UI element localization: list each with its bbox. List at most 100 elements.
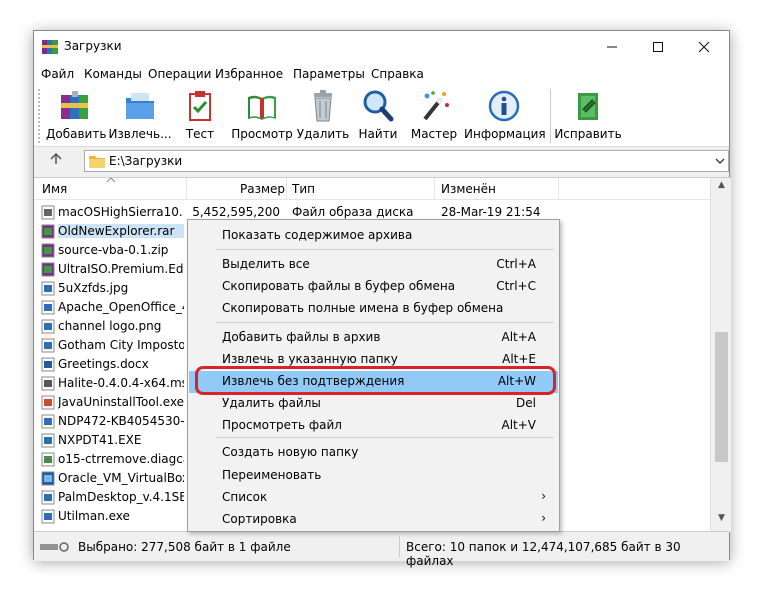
- add-button[interactable]: Добавить: [46, 89, 106, 145]
- view-book-icon: [248, 95, 276, 120]
- image-file-icon: [41, 281, 55, 296]
- scroll-up-icon[interactable]: ▲: [711, 180, 732, 197]
- java-icon: [41, 395, 55, 410]
- delete-button[interactable]: Удалить: [296, 89, 350, 145]
- status-selected: Выбрано: 277,508 байт в 1 файле: [78, 540, 291, 554]
- menu-favorites[interactable]: Избранное: [215, 67, 283, 81]
- file-name: Greetings.docx: [58, 357, 149, 371]
- file-name: o15-ctrremove.diagcab: [58, 452, 184, 466]
- file-name: JavaUninstallTool.exe: [58, 395, 184, 409]
- test-button[interactable]: Тест: [180, 89, 220, 145]
- repair-icon: [578, 93, 598, 120]
- test-label: Тест: [185, 127, 215, 141]
- exe-file-icon: [41, 490, 55, 505]
- wizard-button[interactable]: Мастер: [408, 89, 460, 145]
- extract-button[interactable]: Извлечь...: [108, 89, 172, 145]
- diagcab-icon: [41, 452, 55, 467]
- exe-file-icon: [41, 414, 55, 429]
- submenu-arrow-icon: ›: [541, 511, 546, 525]
- address-input[interactable]: E:\Загрузки: [84, 150, 729, 172]
- menu-item-shortcut: Alt+V: [501, 418, 536, 432]
- menu-commands[interactable]: Команды: [84, 67, 142, 81]
- context-menu-item[interactable]: Переименовать: [189, 465, 558, 487]
- file-modified: 28-Mar-19 21:54: [441, 205, 541, 219]
- file-name: source-vba-0.1.zip: [58, 243, 169, 257]
- scroll-down-icon[interactable]: ▼: [711, 513, 732, 530]
- file-name: Apache_OpenOffice_4...: [58, 300, 184, 314]
- menu-item-label: Показать содержимое архива: [222, 228, 413, 242]
- find-button[interactable]: Найти: [354, 89, 402, 145]
- rar-archive-icon: [41, 224, 55, 239]
- window-title: Загрузки: [64, 39, 122, 53]
- maximize-icon: [653, 42, 663, 52]
- find-magnifier-icon: [363, 90, 394, 122]
- context-menu-item[interactable]: Скопировать полные имена в буфер обмена: [189, 298, 558, 320]
- close-button[interactable]: [681, 31, 727, 63]
- exe-file-icon: [41, 300, 55, 315]
- sort-arrow-icon: [106, 177, 116, 183]
- toolbar-separator: [550, 89, 551, 143]
- file-name: Utilman.exe: [58, 509, 130, 523]
- context-menu-item[interactable]: Выделить все Ctrl+A: [189, 254, 558, 276]
- delete-trash-icon: [314, 90, 332, 122]
- file-name: Gotham City Imposto...: [58, 338, 184, 352]
- info-button[interactable]: Информация: [464, 89, 546, 145]
- context-menu-item[interactable]: Показать содержимое архива: [189, 225, 558, 247]
- view-button[interactable]: Просмотр: [230, 89, 294, 145]
- info-icon: [488, 90, 520, 122]
- file-name: NXPDT41.EXE: [58, 433, 142, 447]
- context-menu-item[interactable]: Скопировать файлы в буфер обмена Ctrl+C: [189, 276, 558, 298]
- info-label: Информация: [464, 127, 546, 141]
- context-menu-item[interactable]: Просмотреть файл Alt+V: [189, 415, 558, 437]
- file-name: PalmDesktop_v.4.1SE_...: [58, 490, 184, 504]
- menu-help[interactable]: Справка: [371, 67, 424, 81]
- menu-options[interactable]: Параметры: [293, 67, 365, 81]
- file-name: NDP472-KB4054530-x...: [58, 414, 184, 428]
- menu-separator: [216, 322, 554, 323]
- context-menu-item[interactable]: Добавить файлы в архив Alt+A: [189, 327, 558, 349]
- file-type: Файл образа диска: [292, 205, 414, 219]
- menu-operations[interactable]: Операции: [148, 67, 211, 81]
- menu-bar: Файл Команды Операции Избранное Параметр…: [34, 63, 729, 85]
- context-menu-item[interactable]: Список ›: [189, 487, 558, 509]
- maximize-button[interactable]: [635, 31, 681, 63]
- file-name: OldNewExplorer.rar: [58, 224, 184, 238]
- context-menu-item[interactable]: Создать новую папку: [189, 442, 558, 464]
- minimize-button[interactable]: [589, 31, 635, 63]
- column-divider[interactable]: [558, 178, 559, 200]
- column-divider[interactable]: [186, 178, 187, 200]
- column-modified[interactable]: Изменён: [441, 182, 496, 196]
- context-menu-item[interactable]: Удалить файлы Del: [189, 393, 558, 415]
- column-divider[interactable]: [286, 178, 287, 200]
- menu-item-label: Переименовать: [222, 468, 322, 482]
- menu-item-shortcut: Del: [516, 396, 536, 410]
- vertical-scrollbar[interactable]: ▲ ▼: [710, 178, 731, 532]
- chevron-down-icon[interactable]: [715, 157, 725, 165]
- column-size[interactable]: Размер: [240, 182, 285, 196]
- menu-separator: [216, 437, 554, 438]
- menu-file[interactable]: Файл: [41, 67, 74, 81]
- address-path: E:\Загрузки: [109, 154, 183, 168]
- scrollbar-thumb[interactable]: [715, 332, 728, 462]
- repair-button[interactable]: Исправить: [554, 89, 622, 145]
- file-name: Halite-0.4.0.4-x64.msi: [58, 376, 184, 390]
- column-type[interactable]: Тип: [292, 182, 315, 196]
- exe-file-icon: [41, 509, 55, 524]
- menu-separator: [216, 249, 554, 250]
- image-file-icon: [41, 319, 55, 334]
- minimize-icon: [607, 46, 617, 48]
- up-folder-button[interactable]: [44, 152, 68, 170]
- menu-item-label: Скопировать файлы в буфер обмена: [222, 279, 456, 293]
- virtualbox-icon: [41, 471, 55, 486]
- add-archive-icon: [61, 91, 88, 119]
- context-menu-item[interactable]: Сортировка ›: [189, 509, 558, 531]
- find-label: Найти: [358, 127, 398, 141]
- column-name[interactable]: Имя: [42, 182, 67, 196]
- folder-icon: [89, 156, 105, 168]
- extract-folder-icon: [126, 93, 154, 119]
- column-divider[interactable]: [434, 178, 435, 200]
- file-name: Oracle_VM_VirtualBox...: [58, 471, 184, 485]
- menu-item-label: Скопировать полные имена в буфер обмена: [222, 301, 504, 315]
- file-size: 5,452,595,200: [192, 205, 280, 219]
- menu-item-label: Выделить все: [222, 257, 310, 271]
